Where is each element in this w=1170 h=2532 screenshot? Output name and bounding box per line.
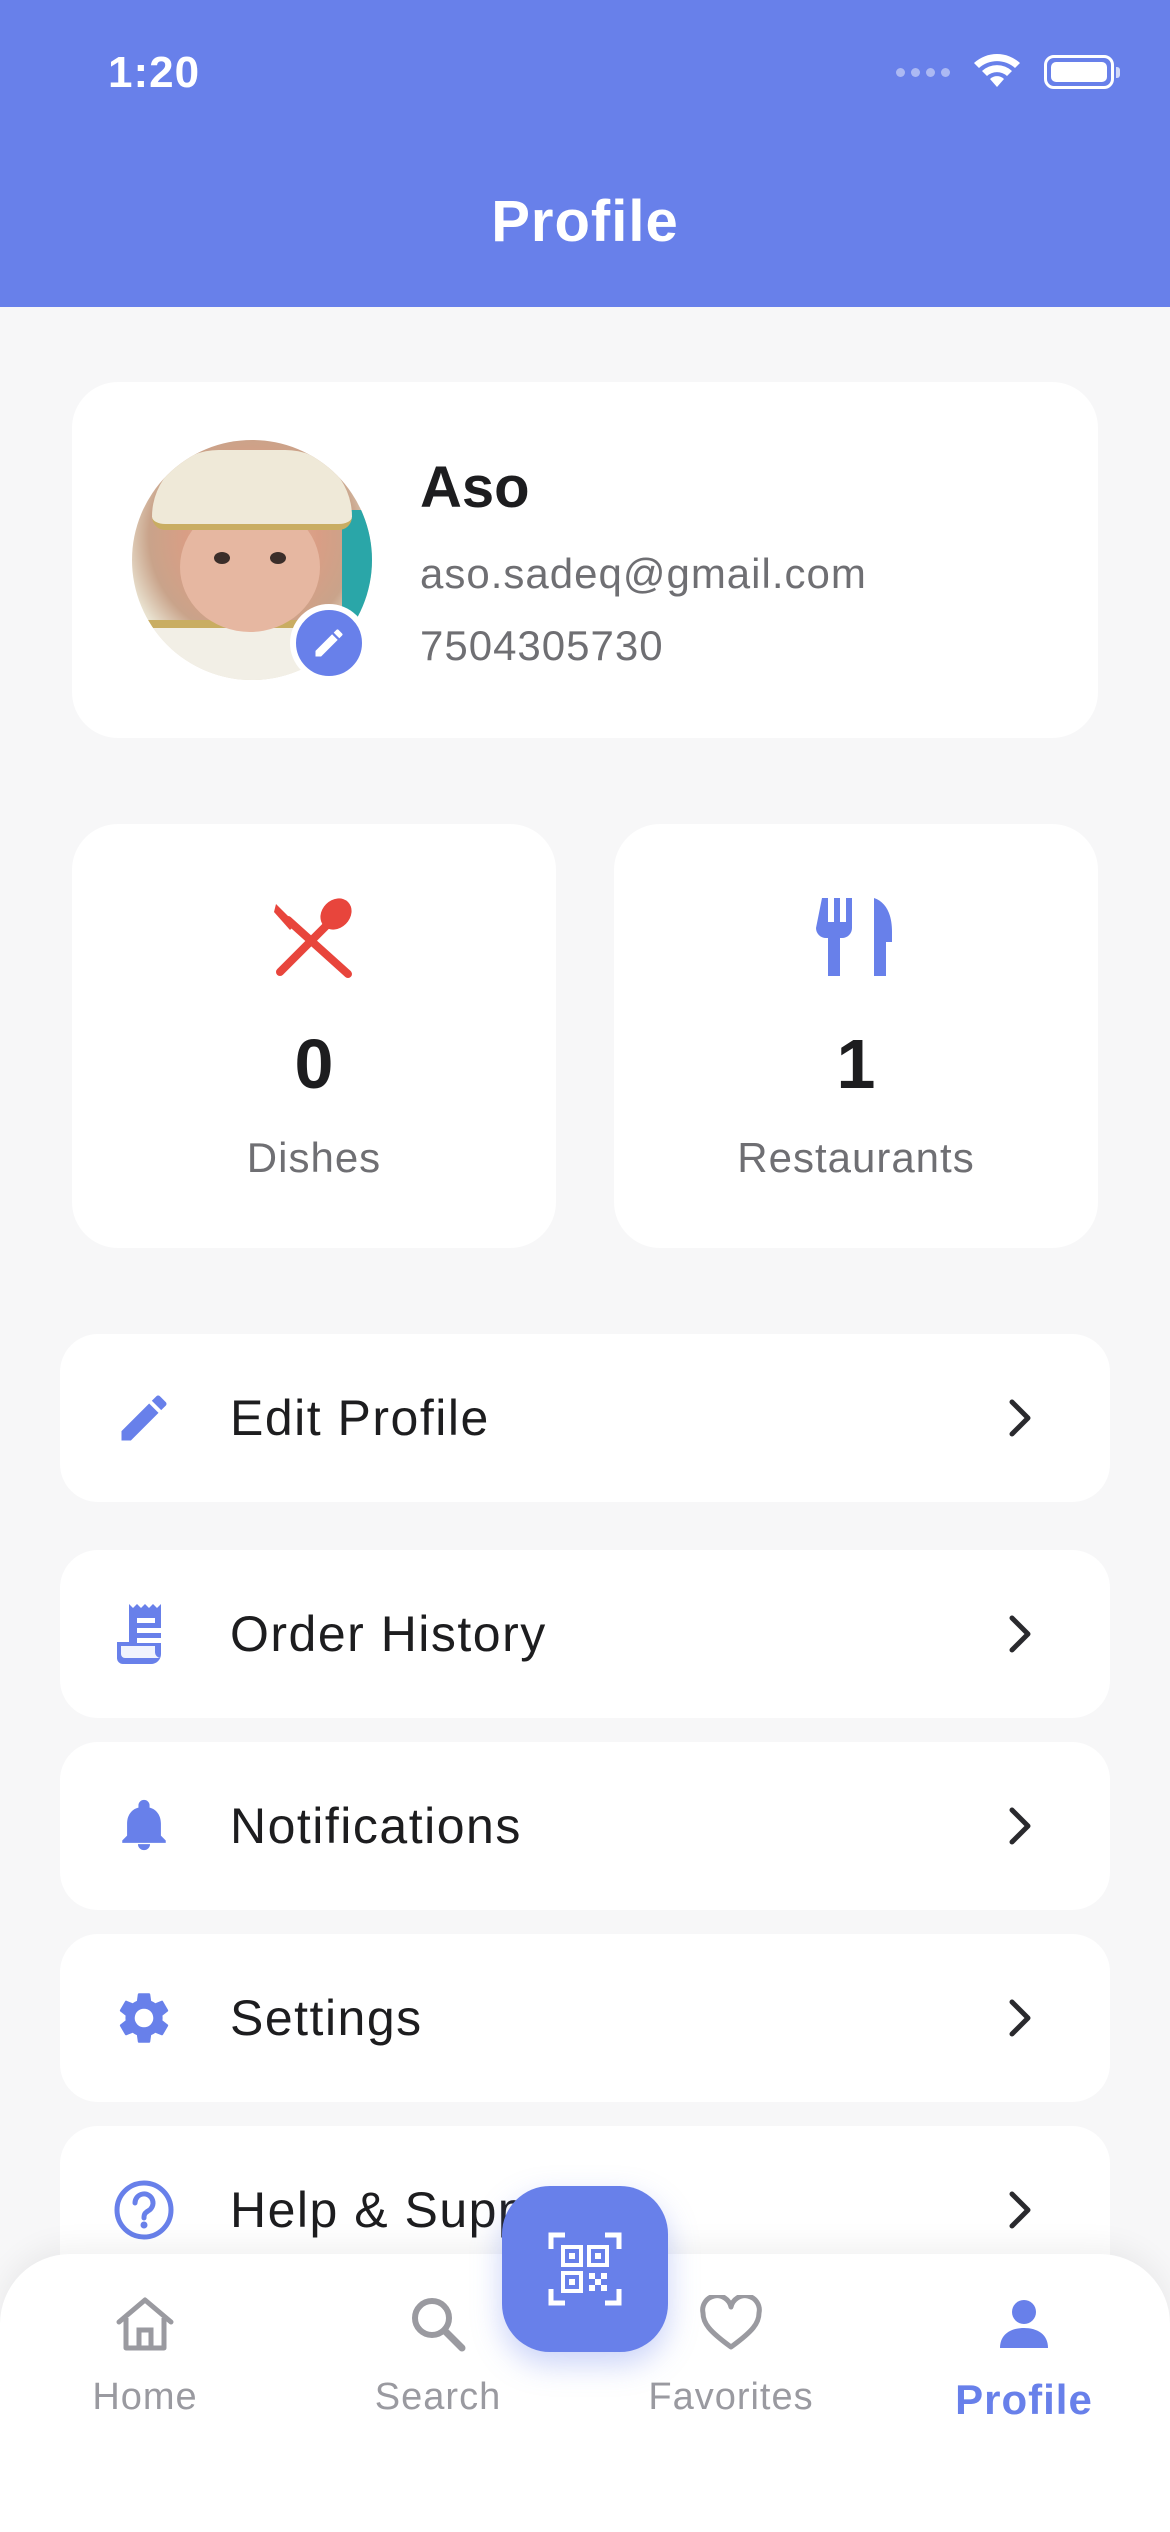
- chevron-right-icon: [1009, 1615, 1031, 1653]
- person-icon: [1000, 2300, 1048, 2348]
- nav-label: Profile: [955, 2376, 1093, 2423]
- chevron-right-icon: [1009, 1807, 1031, 1845]
- wifi-icon: [974, 54, 1020, 87]
- profile-phone: 7504305730: [420, 622, 664, 669]
- nav-item-profile[interactable]: Profile: [904, 2284, 1144, 2424]
- stat-card-dishes[interactable]: 0 Dishes: [72, 824, 556, 1248]
- qr-scan-icon: [548, 2232, 622, 2306]
- stat-card-restaurants[interactable]: 1 Restaurants: [614, 824, 1098, 1248]
- menu-label: Notifications: [230, 1798, 522, 1854]
- heart-icon: [700, 2295, 762, 2350]
- stat-value-dishes: 0: [294, 1025, 334, 1103]
- dishes-icon: [274, 898, 352, 978]
- status-time: 1:20: [108, 48, 201, 97]
- help-icon: [114, 2180, 174, 2240]
- edit-avatar-button[interactable]: [290, 604, 368, 682]
- search-icon: [412, 2298, 466, 2352]
- menu-item-settings[interactable]: Settings: [60, 1934, 1110, 2102]
- chevron-right-icon: [1009, 2191, 1031, 2229]
- battery-icon: [1044, 55, 1120, 89]
- qr-scan-button[interactable]: [502, 2186, 668, 2352]
- chevron-right-icon: [1009, 1399, 1031, 1437]
- home-icon: [116, 2297, 174, 2351]
- nav-label: Search: [374, 2376, 502, 2418]
- nav-item-home[interactable]: Home: [25, 2284, 265, 2419]
- menu-item-edit-profile[interactable]: Edit Profile: [60, 1334, 1110, 1502]
- nav-label: Favorites: [648, 2376, 814, 2418]
- nav-label: Home: [92, 2376, 198, 2418]
- status-icons: [896, 50, 1120, 94]
- profile-name: Aso: [420, 455, 530, 520]
- menu-label: Settings: [230, 1990, 423, 2046]
- menu-item-notifications[interactable]: Notifications: [60, 1742, 1110, 1910]
- stat-label-restaurants: Restaurants: [737, 1134, 975, 1181]
- menu-item-order-history[interactable]: Order History: [60, 1550, 1110, 1718]
- menu-label: Edit Profile: [230, 1390, 490, 1446]
- profile-card: Aso aso.sadeq@gmail.com 7504305730: [72, 382, 1098, 738]
- menu-label: Order History: [230, 1606, 547, 1662]
- profile-email: aso.sadeq@gmail.com: [420, 550, 867, 597]
- gear-icon: [119, 1993, 169, 2043]
- page-title: Profile: [491, 189, 679, 254]
- chevron-right-icon: [1009, 1999, 1031, 2037]
- pencil-icon: [315, 629, 343, 657]
- app-header: 1:20 Profile: [0, 0, 1170, 307]
- stat-value-restaurants: 1: [836, 1025, 876, 1103]
- bell-icon: [122, 1799, 166, 1851]
- pencil-icon: [121, 1395, 167, 1441]
- stat-label-dishes: Dishes: [246, 1134, 382, 1181]
- receipt-icon: [117, 1604, 161, 1664]
- signal-icon: [896, 67, 950, 77]
- restaurant-icon: [816, 898, 892, 976]
